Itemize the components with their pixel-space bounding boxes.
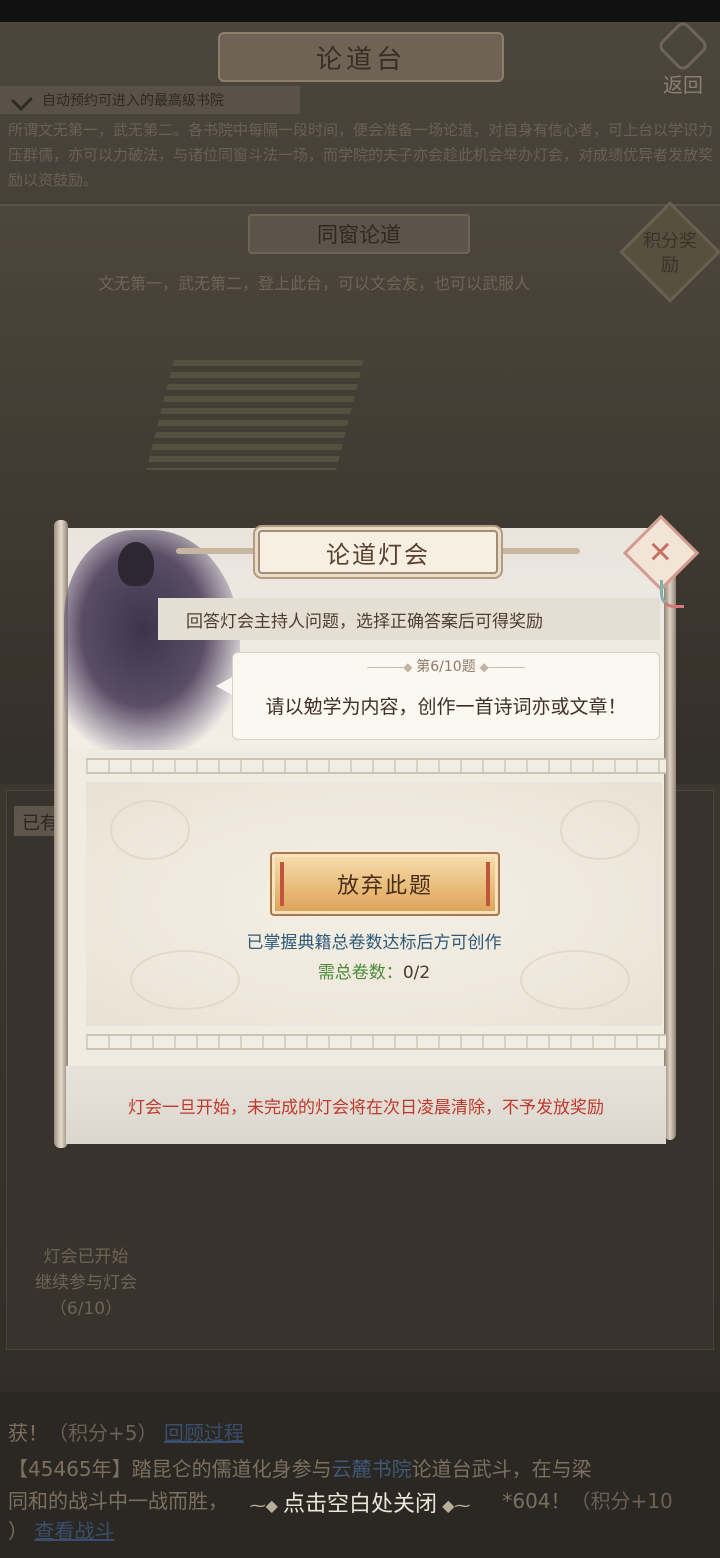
- review-process-link[interactable]: 回顾过程: [164, 1421, 244, 1445]
- modal-footer: 灯会一旦开始，未完成的灯会将在次日凌晨清除，不予发放奖励: [66, 1066, 666, 1144]
- close-icon: ✕: [648, 535, 674, 571]
- log-line-4-text: ）: [8, 1519, 28, 1543]
- status-bar: [0, 0, 720, 22]
- back-arrow-icon: [656, 19, 710, 73]
- requirement-count: 需总卷数：0/2: [86, 958, 662, 983]
- title-ornament-left: [176, 548, 256, 554]
- lantern-status[interactable]: 灯会已开始 继续参与灯会 （6/10）: [16, 1244, 156, 1322]
- cloud-swirl-decoration: [560, 800, 640, 860]
- requirement-label: 需总卷数：: [317, 963, 403, 983]
- log-line-1-text: 获！: [8, 1421, 48, 1445]
- auto-reserve-toggle[interactable]: 自动预约可进入的最高级书院: [0, 86, 300, 114]
- back-label: 返回: [663, 73, 703, 97]
- question-index: ―――◆ 第6/10题 ◆―――: [367, 659, 525, 675]
- instruction-bar: 回答灯会主持人问题，选择正确答案后可得奖励: [158, 598, 660, 640]
- requirement-text: 已掌握典籍总卷数达标后方可创作: [246, 933, 502, 953]
- log-line-4: ） 查看战斗: [8, 1516, 716, 1546]
- tap-to-close-hint[interactable]: ⁓◆ 点击空白处关闭 ◆⁓: [0, 1486, 720, 1518]
- cloud-swirl-decoration: [110, 800, 190, 860]
- auto-reserve-label: 自动预约可进入的最高级书院: [42, 93, 224, 109]
- modal-title: 论道灯会: [258, 530, 498, 574]
- title-ornament-right: [500, 548, 580, 554]
- reward-badge-label[interactable]: 积分奖励: [640, 230, 700, 278]
- lantern-status-line-3: （6/10）: [49, 1299, 123, 1319]
- answer-rail-top: [86, 758, 666, 774]
- footer-warning: 灯会一旦开始，未完成的灯会将在次日凌晨清除，不予发放奖励: [128, 1097, 604, 1118]
- log-line-2-text: 【45465年】踏昆仑的儒道化身参与: [8, 1457, 332, 1481]
- lantern-status-line-1: 灯会已开始: [43, 1247, 129, 1267]
- log-line-2-suffix: 论道台武斗，在与梁: [411, 1457, 592, 1481]
- abandon-question-label: 放弃此题: [336, 874, 433, 899]
- log-line-2-place: 云麓书院: [331, 1457, 412, 1481]
- view-battle-link[interactable]: 查看战斗: [34, 1519, 114, 1543]
- question-text: 请以勉学为内容，创作一首诗词亦或文章！: [265, 696, 627, 718]
- question-index-text: 第6/10题: [416, 659, 476, 675]
- host-scholar-head: [118, 542, 154, 586]
- abandon-question-button[interactable]: 放弃此题: [270, 852, 500, 916]
- scene-title-text: 同窗论道: [317, 223, 401, 247]
- intro-text: 所谓文无第一，武无第二。各书院中每隔一段时间，便会准备一场论道，对自身有信心者，…: [8, 121, 714, 189]
- log-line-1: 获！（积分+5） 回顾过程: [8, 1418, 716, 1448]
- log-line-2: 【45465年】踏昆仑的儒道化身参与云麓书院论道台武斗，在与梁: [8, 1454, 716, 1484]
- lower-panel-tag: 已有: [14, 806, 58, 836]
- tassel-decoration: [660, 580, 684, 608]
- page-title-text: 论道台: [315, 44, 406, 75]
- checkmark-icon: [11, 89, 33, 111]
- close-hint-text: 点击空白处关闭: [282, 1492, 437, 1517]
- scene-stairs: [146, 360, 364, 470]
- modal-title-text: 论道灯会: [326, 540, 430, 569]
- log-line-1-score: （积分+5）: [48, 1421, 158, 1445]
- instruction-text: 回答灯会主持人问题，选择正确答案后可得奖励: [186, 611, 543, 632]
- scene-subtitle: 文无第一，武无第二，登上此台，可以文会友，也可以武服人: [98, 274, 531, 293]
- requirement-value: 0/2: [402, 963, 431, 983]
- scene-title: 同窗论道: [248, 214, 470, 254]
- lantern-status-line-2: 继续参与灯会: [35, 1273, 137, 1293]
- back-button[interactable]: 返回: [650, 19, 716, 98]
- answer-rail-bottom: [86, 1034, 666, 1050]
- page-title: 论道台: [218, 32, 504, 82]
